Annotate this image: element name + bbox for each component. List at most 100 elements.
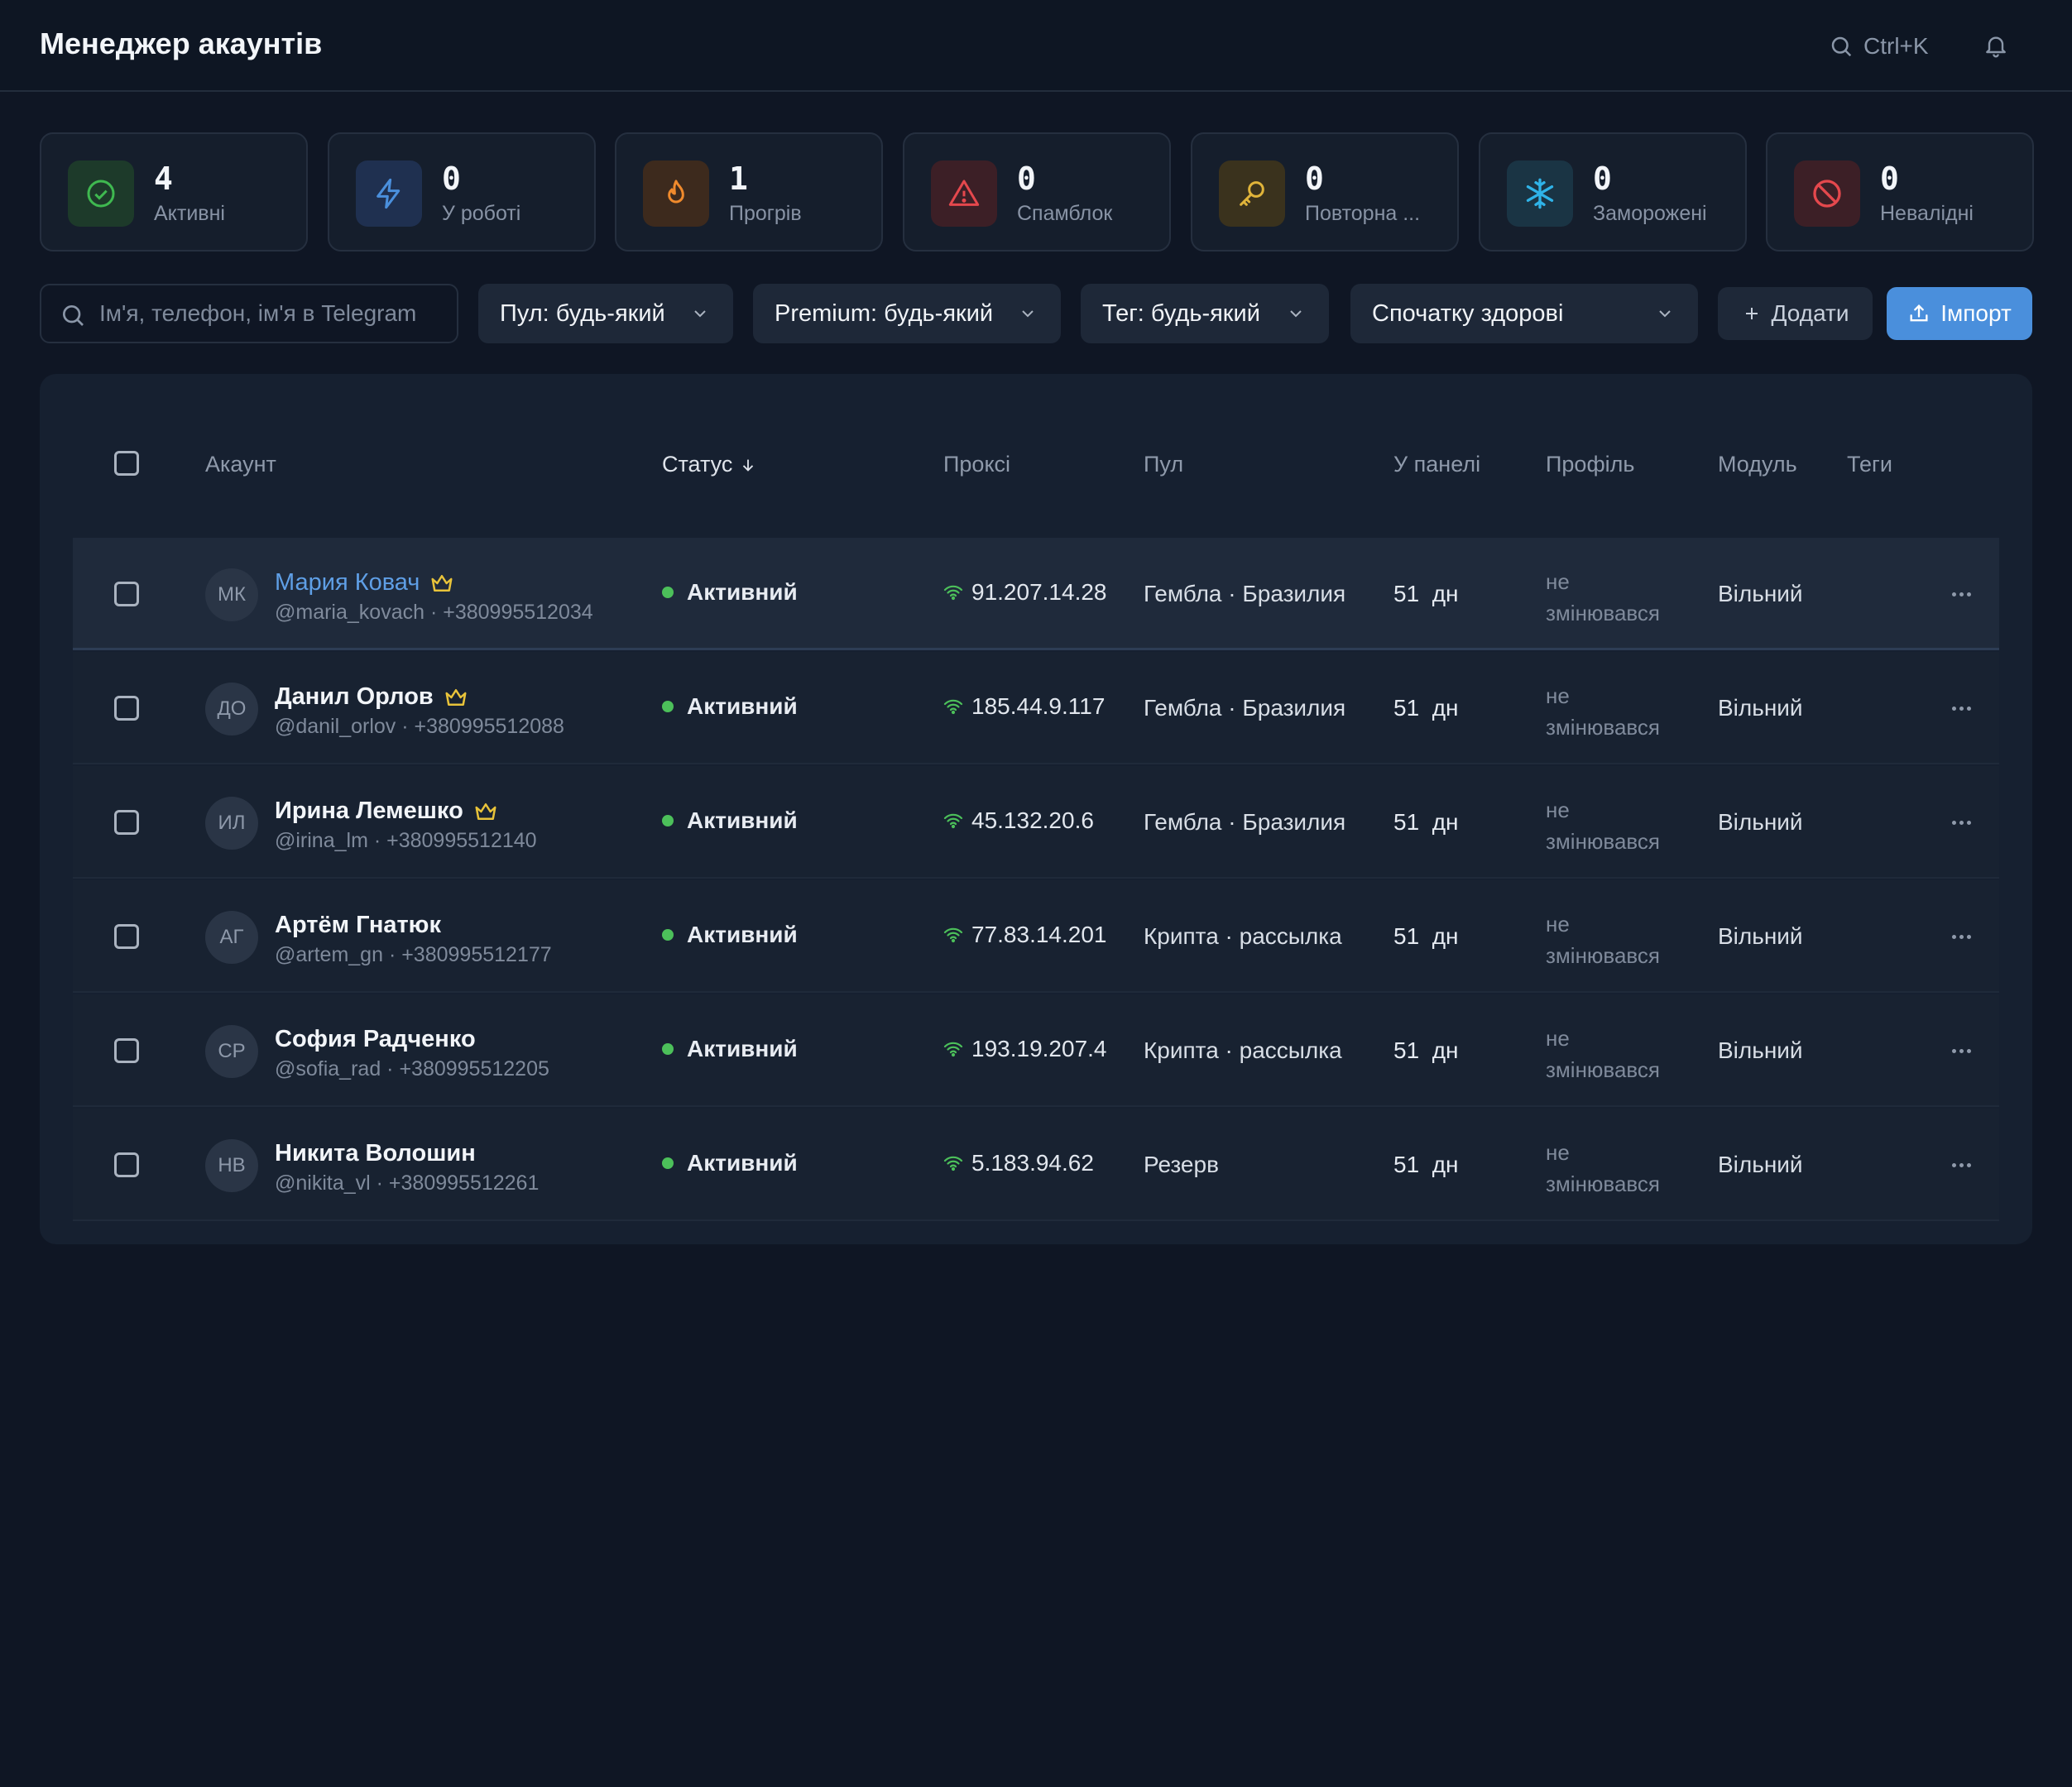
stat-card-invalid[interactable]: 0 Невалідні <box>1766 132 2034 252</box>
stat-card-spamblock[interactable]: 0 Спамблок <box>903 132 1171 252</box>
module-cell: Вільний <box>1718 1037 1803 1063</box>
status-text: Активний <box>687 693 798 719</box>
table-row[interactable]: ИЛ Ирина Лемешко @irina_lm · +3809955121… <box>73 766 1999 879</box>
command-search-button[interactable]: Ctrl+K <box>1829 30 1929 63</box>
stat-card-in-work[interactable]: 0 У роботі <box>328 132 596 252</box>
stat-card-warmup[interactable]: 1 Прогрів <box>615 132 883 252</box>
avatar: ДО <box>205 683 258 735</box>
module-cell: Вільний <box>1718 809 1803 835</box>
table-row[interactable]: СР София Радченко @sofia_rad · +38099551… <box>73 994 1999 1107</box>
status-badge: Активний <box>662 922 798 948</box>
profile-cell: не змінювався <box>1546 908 1678 971</box>
status-text: Активний <box>687 922 798 947</box>
proxy-cell[interactable]: 193.19.207.4 <box>943 1036 1107 1062</box>
more-dots-icon <box>1951 706 1971 711</box>
column-header-module[interactable]: Модуль <box>1718 452 1797 477</box>
module-cell: Вільний <box>1718 923 1803 949</box>
proxy-ip: 45.132.20.6 <box>971 807 1094 833</box>
wifi-icon <box>943 813 963 829</box>
status-badge: Активний <box>662 579 798 606</box>
ban-icon <box>1794 160 1860 227</box>
more-dots-icon <box>1951 592 1971 596</box>
import-button[interactable]: Імпорт <box>1887 287 2032 340</box>
table-row[interactable]: МК Мария Ковач @maria_kovach · +38099551… <box>73 538 1999 650</box>
upload-icon <box>1910 304 1928 322</box>
search-input[interactable] <box>99 285 447 342</box>
pool-filter-dropdown[interactable]: Пул: будь-який <box>478 284 733 343</box>
row-checkbox[interactable] <box>114 810 139 835</box>
row-checkbox[interactable] <box>114 1038 139 1063</box>
account-search[interactable] <box>40 284 458 343</box>
profile-cell: не змінювався <box>1546 566 1678 629</box>
pool-cell: Гембла · Бразилия <box>1144 581 1346 606</box>
row-more-button[interactable] <box>1945 1148 1978 1181</box>
notifications-button[interactable] <box>1983 31 2011 61</box>
row-more-button[interactable] <box>1945 806 1978 839</box>
column-header-in-panel[interactable]: У панелі <box>1393 452 1480 477</box>
stat-card-frozen[interactable]: 0 Заморожені <box>1479 132 1747 252</box>
avatar: ИЛ <box>205 797 258 850</box>
row-checkbox[interactable] <box>114 1152 139 1177</box>
table-row[interactable]: НВ Никита Волошин @nikita_vl · +38099551… <box>73 1109 1999 1221</box>
search-shortcut: Ctrl+K <box>1863 33 1929 59</box>
account-name[interactable]: София Радченко <box>275 1026 476 1053</box>
status-badge: Активний <box>662 693 798 720</box>
proxy-cell[interactable]: 91.207.14.28 <box>943 579 1107 606</box>
account-name[interactable]: Мария Ковач <box>275 569 454 596</box>
warning-triangle-icon <box>931 160 997 227</box>
account-name[interactable]: Данил Орлов <box>275 683 468 711</box>
column-header-profile[interactable]: Профіль <box>1546 452 1634 477</box>
account-name-text: Артём Гнатюк <box>275 912 441 938</box>
pool-cell: Гембла · Бразилия <box>1144 809 1346 835</box>
sort-dropdown[interactable]: Спочатку здорові <box>1350 284 1698 343</box>
lightning-icon <box>356 160 422 227</box>
column-header-account[interactable]: Акаунт <box>205 452 276 477</box>
wifi-icon <box>943 1042 963 1057</box>
profile-line-2: змінювався <box>1546 829 1661 854</box>
proxy-cell[interactable]: 45.132.20.6 <box>943 807 1094 834</box>
row-checkbox[interactable] <box>114 582 139 606</box>
table-header: Акаунт Статус Проксі Пул У панелі Профіл… <box>73 424 1999 506</box>
column-header-status[interactable]: Статус <box>662 452 757 477</box>
stat-value: 4 <box>154 160 173 197</box>
account-name[interactable]: Никита Волошин <box>275 1140 476 1167</box>
profile-line-1: не <box>1546 1026 1570 1051</box>
tag-filter-dropdown[interactable]: Тег: будь-який <box>1081 284 1329 343</box>
column-header-proxy[interactable]: Проксі <box>943 452 1010 477</box>
row-more-button[interactable] <box>1945 577 1978 611</box>
column-header-pool[interactable]: Пул <box>1144 452 1183 477</box>
premium-crown-icon <box>475 802 496 820</box>
account-username-phone: @artem_gn · +380995512177 <box>275 943 552 966</box>
in-panel-days: 51 дн <box>1393 695 1459 721</box>
proxy-ip: 193.19.207.4 <box>971 1036 1107 1061</box>
stat-value: 0 <box>1593 160 1612 197</box>
bell-icon <box>1986 36 2006 58</box>
proxy-cell[interactable]: 77.83.14.201 <box>943 922 1107 948</box>
account-name[interactable]: Артём Гнатюк <box>275 912 441 939</box>
add-account-button[interactable]: Додати <box>1718 287 1873 340</box>
select-all-checkbox[interactable] <box>114 451 139 476</box>
row-more-button[interactable] <box>1945 692 1978 725</box>
proxy-cell[interactable]: 5.183.94.62 <box>943 1150 1094 1176</box>
profile-line-2: змінювався <box>1546 1171 1661 1196</box>
status-text: Активний <box>687 579 798 605</box>
row-checkbox[interactable] <box>114 696 139 721</box>
stat-value: 1 <box>729 160 748 197</box>
account-name[interactable]: Ирина Лемешко <box>275 798 498 825</box>
account-name-text: София Радченко <box>275 1026 476 1052</box>
stat-label: Повторна ... <box>1305 202 1421 225</box>
chevron-down-icon <box>694 310 706 318</box>
page-title: Менеджер акаунтів <box>40 26 323 60</box>
table-row[interactable]: АГ Артём Гнатюк @artem_gn · +38099551217… <box>73 880 1999 993</box>
column-header-tags[interactable]: Теги <box>1847 452 1892 477</box>
pool-cell: Крипта · рассылка <box>1144 923 1342 949</box>
row-more-button[interactable] <box>1945 920 1978 953</box>
stat-card-active[interactable]: 4 Активні <box>40 132 308 252</box>
row-more-button[interactable] <box>1945 1034 1978 1067</box>
proxy-cell[interactable]: 185.44.9.117 <box>943 693 1105 720</box>
premium-filter-dropdown[interactable]: Premium: будь-який <box>753 284 1061 343</box>
account-username-phone: @maria_kovach · +380995512034 <box>275 601 593 624</box>
table-row[interactable]: ДО Данил Орлов @danil_orlov · +380995512… <box>73 652 1999 764</box>
row-checkbox[interactable] <box>114 924 139 949</box>
stat-card-reauth[interactable]: 0 Повторна ... <box>1191 132 1459 252</box>
